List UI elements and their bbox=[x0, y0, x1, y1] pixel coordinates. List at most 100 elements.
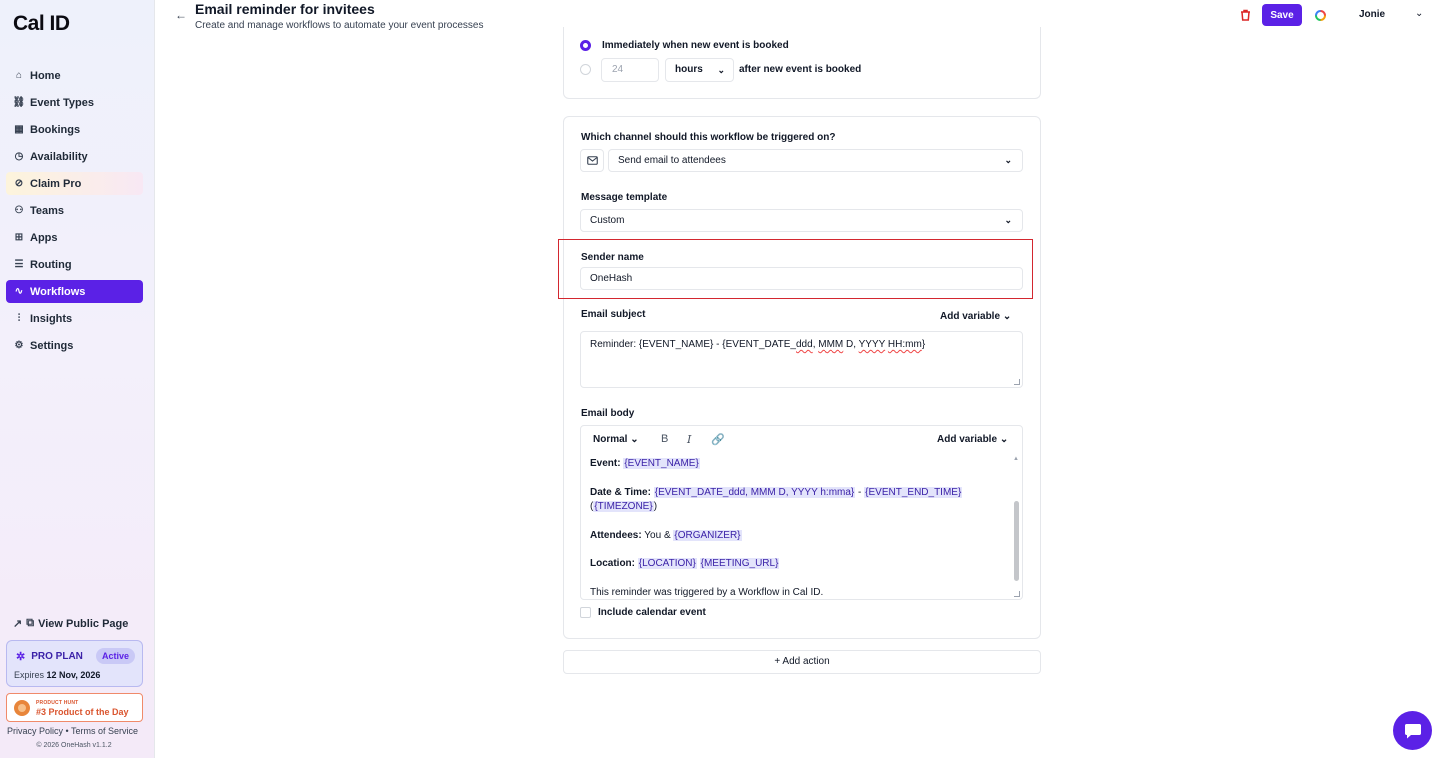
sidebar-item-label: Availability bbox=[30, 150, 88, 163]
subject-text: ddd bbox=[796, 339, 813, 350]
subject-text: D, bbox=[843, 339, 859, 350]
italic-icon[interactable]: I bbox=[687, 433, 691, 446]
after-label: after new event is booked bbox=[739, 64, 862, 75]
chevron-down-icon: ⌄ bbox=[1002, 311, 1012, 322]
subject-text: Reminder: {EVENT_NAME} - {EVENT_DATE_ bbox=[590, 339, 796, 350]
loading-spinner-icon bbox=[1315, 10, 1326, 21]
time-unit-select[interactable]: hours ⌄ bbox=[665, 58, 734, 82]
copy-icon: ⧉ bbox=[26, 617, 35, 629]
add-variable-label: Add variable bbox=[937, 434, 998, 445]
sidebar-item-label: Apps bbox=[30, 231, 58, 244]
resize-handle-icon[interactable] bbox=[1014, 591, 1020, 597]
location-label: Location: bbox=[590, 558, 635, 569]
sidebar-item-insights[interactable]: ⫶ Insights bbox=[6, 307, 143, 330]
sidebar: Cal ID ⌂ Home ⛓ Event Types ▦ Bookings ◷… bbox=[0, 0, 155, 758]
sidebar-item-availability[interactable]: ◷ Availability bbox=[6, 145, 143, 168]
chevron-down-icon: ⌄ bbox=[630, 434, 639, 445]
sidebar-item-routing[interactable]: ☰ Routing bbox=[6, 253, 143, 276]
chevron-down-icon[interactable]: ⌄ bbox=[1415, 8, 1423, 19]
body-line-footer: This reminder was triggered by a Workflo… bbox=[590, 587, 824, 598]
sidebar-item-bookings[interactable]: ▦ Bookings bbox=[6, 118, 143, 141]
chevron-down-icon: ⌄ bbox=[1004, 155, 1012, 165]
subject-add-variable[interactable]: Add variable ⌄ bbox=[940, 311, 1011, 322]
clock-icon: ◷ bbox=[14, 151, 24, 162]
sidebar-item-apps[interactable]: ⊞ Apps bbox=[6, 226, 143, 249]
chat-icon bbox=[1404, 723, 1421, 738]
editor-scrollbar[interactable] bbox=[1014, 501, 1019, 581]
expires-date: 12 Nov, 2026 bbox=[46, 670, 101, 680]
subject-text: YYYY bbox=[858, 339, 886, 350]
variable-chip: {TIMEZONE} bbox=[593, 501, 654, 512]
sidebar-item-label: Workflows bbox=[30, 285, 86, 298]
template-select[interactable]: Custom ⌄ bbox=[580, 209, 1023, 232]
subject-text: MMM bbox=[818, 339, 844, 350]
page-subtitle: Create and manage workflows to automate … bbox=[195, 20, 484, 31]
chevron-down-icon: ⌄ bbox=[1004, 215, 1012, 225]
sidebar-item-label: Bookings bbox=[30, 123, 81, 136]
medal-icon bbox=[14, 700, 30, 716]
variable-chip: {EVENT_DATE_ddd, MMM D, YYYY h:mma} bbox=[653, 487, 856, 498]
back-arrow-icon[interactable]: ← bbox=[175, 8, 187, 22]
event-label: Event: bbox=[590, 458, 621, 469]
pro-plan-title: ✲ PRO PLAN bbox=[16, 650, 83, 663]
radio-after[interactable] bbox=[580, 64, 591, 75]
page-title: Email reminder for invitees bbox=[195, 1, 375, 17]
mail-icon bbox=[580, 149, 604, 172]
app-logo[interactable]: Cal ID bbox=[13, 12, 70, 36]
include-calendar-checkbox[interactable] bbox=[580, 607, 591, 618]
sidebar-item-label: Claim Pro bbox=[30, 177, 82, 190]
chat-support-button[interactable] bbox=[1393, 711, 1432, 750]
sidebar-item-workflows[interactable]: ∿ Workflows bbox=[6, 280, 143, 303]
channel-label: Which channel should this workflow be tr… bbox=[581, 132, 836, 143]
channel-select[interactable]: Send email to attendees ⌄ bbox=[608, 149, 1023, 172]
expires-label: Expires bbox=[14, 670, 45, 680]
template-label: Message template bbox=[581, 192, 668, 203]
plan-status-badge: Active bbox=[96, 648, 136, 664]
sidebar-item-label: Routing bbox=[30, 258, 72, 271]
variable-chip: {EVENT_END_TIME} bbox=[864, 487, 963, 498]
variable-chip: {EVENT_NAME} bbox=[623, 458, 700, 469]
pro-plan-card[interactable]: ✲ PRO PLAN Active Expires 12 Nov, 2026 bbox=[6, 640, 143, 687]
sidebar-item-label: Settings bbox=[30, 339, 74, 352]
attendees-label: Attendees: bbox=[590, 530, 642, 541]
sidebar-nav: ⌂ Home ⛓ Event Types ▦ Bookings ◷ Availa… bbox=[6, 64, 143, 361]
add-action-button[interactable]: + Add action bbox=[563, 650, 1041, 674]
hours-input[interactable]: 24 bbox=[601, 58, 659, 82]
sidebar-item-claim-pro[interactable]: ⊘ Claim Pro bbox=[6, 172, 143, 195]
plan-expires: Expires 12 Nov, 2026 bbox=[14, 670, 100, 680]
subject-text: HH:mm bbox=[887, 339, 922, 350]
radio-immediate[interactable] bbox=[580, 40, 591, 51]
subject-textarea[interactable]: Reminder: {EVENT_NAME} - {EVENT_DATE_ddd… bbox=[580, 331, 1023, 388]
body-line-datetime: Date & Time: {EVENT_DATE_ddd, MMM D, YYY… bbox=[590, 487, 970, 498]
legal-links[interactable]: Privacy Policy • Terms of Service bbox=[7, 726, 138, 736]
gear-icon: ⚙ bbox=[14, 340, 24, 351]
link-icon[interactable]: 🔗 bbox=[711, 433, 725, 446]
product-hunt-badge[interactable]: PRODUCT HUNT #3 Product of the Day bbox=[6, 693, 143, 722]
body-add-variable[interactable]: Add variable ⌄ bbox=[937, 434, 1008, 445]
sender-name-input[interactable]: OneHash bbox=[580, 267, 1023, 290]
bar-chart-icon: ⫶ bbox=[17, 313, 21, 324]
variable-chip: {LOCATION} bbox=[637, 558, 697, 569]
body-line-event: Event: {EVENT_NAME} bbox=[590, 458, 700, 469]
scroll-up-icon[interactable]: ▲ bbox=[1013, 456, 1019, 462]
body-line-location: Location: {LOCATION} {MEETING_URL} bbox=[590, 558, 780, 569]
email-body-editor[interactable]: Normal ⌄ B I 🔗 Add variable ⌄ Event: {EV… bbox=[580, 425, 1023, 600]
view-public-page-link[interactable]: ↗ ⧉ View Public Page bbox=[13, 617, 128, 630]
radio-immediate-label: Immediately when new event is booked bbox=[602, 40, 789, 51]
sidebar-item-teams[interactable]: ⚇ Teams bbox=[6, 199, 143, 222]
paren: ) bbox=[653, 501, 658, 512]
sidebar-item-label: Event Types bbox=[30, 96, 94, 109]
sidebar-item-event-types[interactable]: ⛓ Event Types bbox=[6, 91, 143, 114]
save-button[interactable]: Save bbox=[1262, 4, 1302, 26]
user-name[interactable]: Jonie bbox=[1359, 9, 1385, 20]
product-hunt-small: PRODUCT HUNT bbox=[36, 700, 79, 706]
attendees-text: You & bbox=[641, 530, 674, 541]
sidebar-item-settings[interactable]: ⚙ Settings bbox=[6, 334, 143, 357]
format-select[interactable]: Normal ⌄ bbox=[593, 434, 639, 445]
resize-handle-icon[interactable] bbox=[1014, 379, 1020, 385]
bold-icon[interactable]: B bbox=[661, 433, 668, 445]
sidebar-item-home[interactable]: ⌂ Home bbox=[6, 64, 143, 87]
workflow-icon: ∿ bbox=[14, 286, 24, 297]
trash-icon[interactable] bbox=[1238, 8, 1252, 22]
sidebar-item-label: Home bbox=[30, 69, 61, 82]
